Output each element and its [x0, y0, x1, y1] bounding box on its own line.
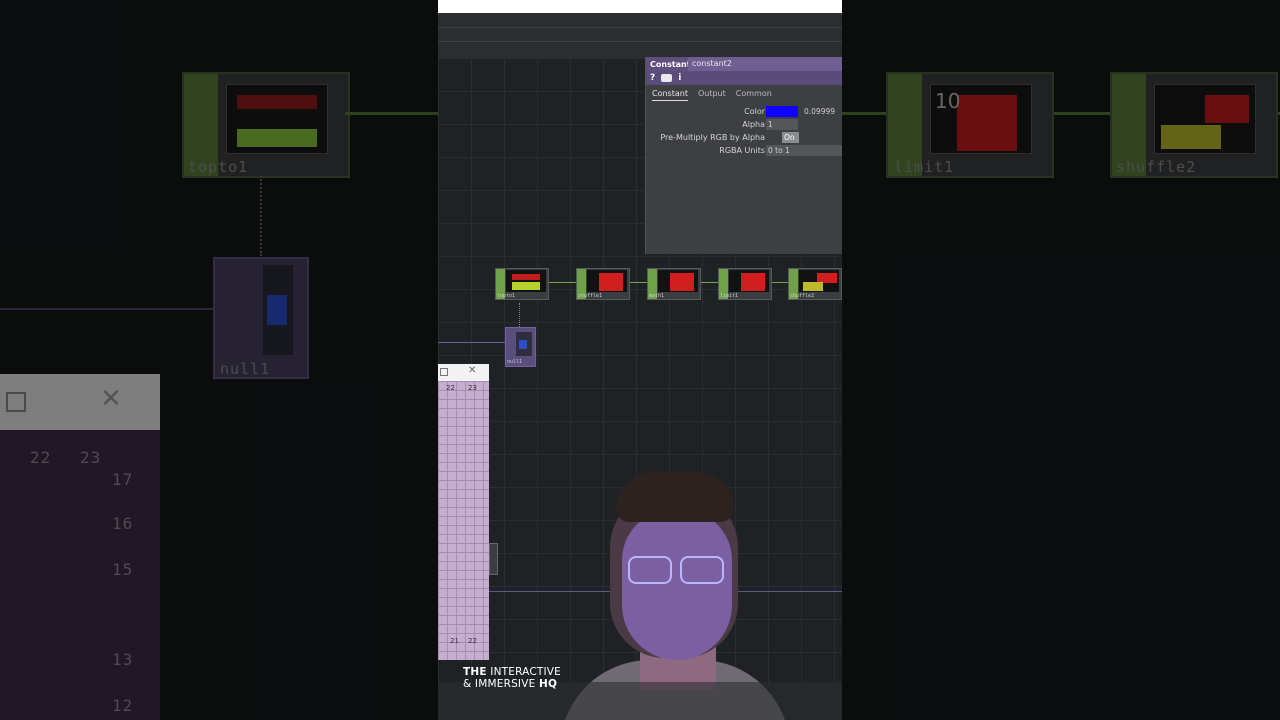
toolbar-area: [438, 13, 842, 58]
top-white-bar: [438, 0, 842, 13]
tab-constant[interactable]: Constant: [652, 89, 688, 101]
alpha-field[interactable]: 1: [766, 119, 798, 130]
color-swatch[interactable]: [766, 106, 798, 117]
color-value-field[interactable]: 0.09999: [802, 106, 842, 117]
help-icon[interactable]: ?: [650, 73, 655, 83]
param-label: Pre-Multiply RGB by Alpha: [660, 133, 765, 142]
node-limit1[interactable]: limit1: [718, 268, 772, 300]
param-label: Color: [744, 107, 765, 116]
param-label: RGBA Units: [719, 146, 765, 155]
node-topto1[interactable]: topto1: [495, 268, 549, 300]
premultiply-toggle[interactable]: On: [782, 132, 799, 143]
wire: [519, 303, 521, 327]
lock-icon[interactable]: [661, 74, 673, 82]
node-shuffle2[interactable]: shuffle2: [788, 268, 842, 300]
parameter-dialog: Constant constant2 ? i Constant Output C…: [645, 57, 842, 254]
ruler-image: 22 23 21 22: [438, 381, 489, 660]
blurred-left-background: topto1 null1 ✕ 22 23 17 16 15 13 12: [0, 0, 438, 720]
tab-output[interactable]: Output: [698, 89, 726, 101]
op-name-field[interactable]: constant2: [688, 57, 842, 71]
maximize-icon[interactable]: [440, 368, 448, 376]
close-icon[interactable]: ✕: [468, 365, 476, 376]
info-icon[interactable]: i: [678, 73, 681, 83]
node-null1[interactable]: null1: [505, 327, 536, 367]
brand-logo: THE INTERACTIVE & IMMERSIVE HQ: [463, 666, 562, 690]
op-type-label: Constant: [650, 59, 691, 69]
blurred-right-background: 10 limit1 shuffle2: [842, 0, 1280, 720]
wire: [438, 342, 506, 343]
param-color: Color 0.09999: [646, 105, 842, 118]
node-shuffle1[interactable]: shuffle1: [576, 268, 630, 300]
node-math1[interactable]: math1: [647, 268, 701, 300]
tab-common[interactable]: Common: [736, 89, 772, 101]
ruler-window[interactable]: ✕ 22 23 21 22: [438, 364, 489, 660]
param-label: Alpha: [742, 120, 765, 129]
param-alpha: Alpha 1: [646, 118, 842, 131]
param-premultiply: Pre-Multiply RGB by Alpha On: [646, 131, 842, 144]
param-rgba-units: RGBA Units 0 to 1: [646, 144, 842, 157]
main-viewport: topto1 shuffle1 math1 limit1 shuffle2 nu…: [438, 0, 842, 720]
rgba-units-menu[interactable]: 0 to 1: [766, 145, 842, 156]
